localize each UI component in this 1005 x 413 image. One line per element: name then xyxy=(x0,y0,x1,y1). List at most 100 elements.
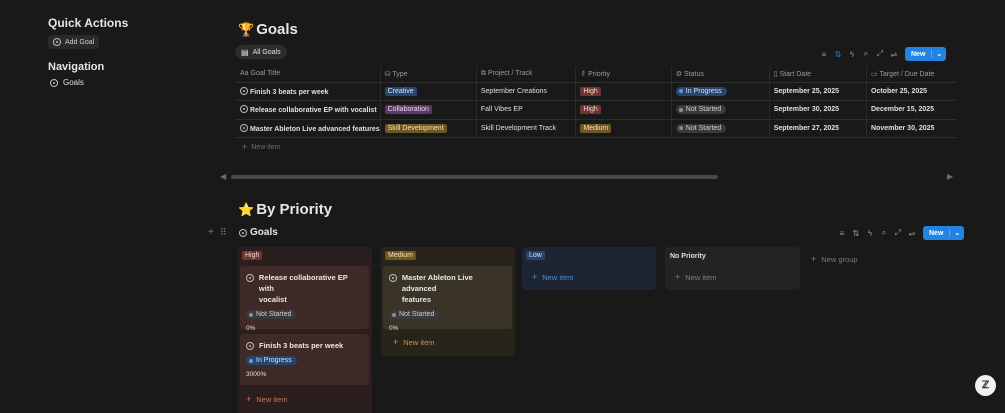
table-row[interactable]: Master Ableton Live advanced features Sk… xyxy=(236,119,956,138)
status-label: Not Started xyxy=(256,311,292,318)
scroll-left-icon[interactable]: ◀ xyxy=(220,172,226,181)
add-goal-button[interactable]: Add Goal xyxy=(48,35,100,49)
priority-tag: High xyxy=(580,86,601,96)
cell-status[interactable]: Not Started xyxy=(670,119,770,138)
plus-icon: + xyxy=(242,142,248,152)
chevron-down-icon[interactable]: ⌄ xyxy=(931,50,946,58)
new-item-label: New item xyxy=(542,272,574,282)
drag-handle-icon[interactable]: ⠿ xyxy=(220,227,227,238)
table-row[interactable]: Finish 3 beats per week Creative Septemb… xyxy=(236,82,956,101)
settings-icon[interactable]: ⇌ xyxy=(888,50,900,59)
col-type[interactable]: ⛁ Type xyxy=(379,66,477,83)
status-badge: In Progress xyxy=(675,86,727,96)
cell-project[interactable]: Skill Development Track xyxy=(475,119,576,138)
expand-icon[interactable]: ⤢ xyxy=(892,228,904,238)
cell-due[interactable]: November 30, 2025 xyxy=(866,119,956,138)
notion-ai-icon: ℤ xyxy=(981,380,990,391)
status-label: Not Started xyxy=(399,311,435,318)
goals-title: Goals xyxy=(256,21,298,38)
board-card[interactable]: Finish 3 beats per week In Progress 3000… xyxy=(240,334,369,385)
cell-due[interactable]: December 15, 2025 xyxy=(866,100,956,120)
sort-icon[interactable]: ⇅ xyxy=(850,229,862,238)
col-label: Start Date xyxy=(779,70,812,78)
relation-icon: ⧉ xyxy=(480,69,486,77)
column-new-item-button[interactable]: + New item xyxy=(532,272,574,282)
board-column-medium: Medium Master Ableton Live advanced featu… xyxy=(381,247,515,356)
board-new-button[interactable]: New ⌄ xyxy=(923,226,965,240)
card-title-line: Release collaborative EP with xyxy=(258,273,348,293)
status-label: Not Started xyxy=(685,124,722,132)
tab-all-goals[interactable]: ▤ All Goals xyxy=(235,45,287,59)
col-start-date[interactable]: ▯ Start Date xyxy=(768,66,867,83)
add-block-icon[interactable]: + xyxy=(208,227,214,238)
chevron-down-icon[interactable]: ⌄ xyxy=(949,229,964,237)
cell-project[interactable]: Fall Vibes EP xyxy=(475,100,576,120)
board-card[interactable]: Release collaborative EP with vocalist No… xyxy=(240,266,369,332)
cell-priority[interactable]: High xyxy=(575,100,672,120)
calendar-icon: ▭ xyxy=(871,70,878,78)
progress-value: 3000% xyxy=(246,371,267,378)
cell-title[interactable]: Finish 3 beats per week xyxy=(236,82,381,101)
cell-priority[interactable]: High xyxy=(575,82,672,101)
sort-icon[interactable]: ⇅ xyxy=(832,50,844,59)
automation-icon[interactable]: ϟ xyxy=(846,50,858,59)
priority-tag: High xyxy=(580,105,601,115)
status-label: In Progress xyxy=(256,357,292,364)
table-icon: ▤ xyxy=(241,47,249,57)
cell-due[interactable]: October 25, 2025 xyxy=(866,82,956,101)
col-due-date[interactable]: ▭ Target / Due Date xyxy=(866,66,956,83)
cell-type[interactable]: Collaboration xyxy=(379,100,477,120)
new-button[interactable]: New ⌄ xyxy=(905,47,947,61)
expand-icon[interactable]: ⤢ xyxy=(874,49,886,59)
status-badge: Not Started xyxy=(675,123,727,133)
plus-icon: + xyxy=(811,254,817,264)
help-button[interactable]: ℤ xyxy=(975,375,996,396)
cell-title[interactable]: Master Ableton Live advanced features xyxy=(236,119,381,138)
column-header-medium: Medium xyxy=(385,251,416,260)
col-priority[interactable]: ⇑ Priority xyxy=(575,66,672,83)
cell-type[interactable]: Skill Development xyxy=(379,119,477,138)
target-icon xyxy=(53,38,61,46)
select-icon: ⛁ xyxy=(384,70,391,78)
by-priority-heading: ⭐ By Priority xyxy=(238,201,332,218)
scroll-right-icon[interactable]: ▶ xyxy=(947,172,953,181)
search-icon[interactable]: ⌕ xyxy=(860,49,872,59)
search-icon[interactable]: ⌕ xyxy=(878,228,890,238)
new-group-button[interactable]: + New group xyxy=(811,254,858,264)
plus-icon: + xyxy=(393,337,399,347)
col-status[interactable]: ⚙ Status xyxy=(670,66,770,83)
cell-status[interactable]: In Progress xyxy=(670,82,770,101)
cell-type[interactable]: Creative xyxy=(379,82,477,101)
column-header-no-priority: No Priority xyxy=(670,253,706,260)
filter-icon[interactable]: ≡ xyxy=(836,229,848,238)
cell-priority[interactable]: Medium xyxy=(575,119,672,138)
quick-actions-title: Quick Actions xyxy=(48,16,129,30)
card-title-text: Finish 3 beats per week xyxy=(259,341,344,350)
board-card[interactable]: Master Ableton Live advanced features Not… xyxy=(383,266,512,332)
cell-start[interactable]: September 25, 2025 xyxy=(768,82,867,101)
cell-start[interactable]: September 27, 2025 xyxy=(768,119,867,138)
settings-icon[interactable]: ⇌ xyxy=(906,229,918,238)
table-row[interactable]: Release collaborative EP with vocalist C… xyxy=(236,100,956,120)
page-title: 🏆 Goals xyxy=(238,21,298,38)
col-goal-title[interactable]: Aa Goal Title xyxy=(236,66,381,83)
status-badge: Not Started xyxy=(246,310,297,319)
col-project[interactable]: ⧉ Project / Track xyxy=(475,66,576,83)
automation-icon[interactable]: ϟ xyxy=(864,229,876,238)
table-new-item-button[interactable]: + New item xyxy=(242,142,280,152)
cell-start[interactable]: September 30, 2025 xyxy=(768,100,867,120)
horizontal-scrollbar[interactable] xyxy=(231,175,718,179)
column-new-item-button[interactable]: + New item xyxy=(675,272,717,282)
new-item-label: New item xyxy=(256,394,288,404)
filter-icon[interactable]: ≡ xyxy=(818,50,830,59)
column-new-item-button[interactable]: + New item xyxy=(393,337,435,347)
card-title: Finish 3 beats per week xyxy=(246,340,363,351)
nav-item-goals[interactable]: Goals xyxy=(50,78,84,87)
cell-status[interactable]: Not Started xyxy=(670,100,770,120)
col-label: Target / Due Date xyxy=(879,70,935,78)
cell-title[interactable]: Release collaborative EP with vocalist xyxy=(236,100,381,120)
cell-project[interactable]: September Creations xyxy=(475,82,576,101)
column-header-low: Low xyxy=(526,251,545,260)
col-label: Goal Title xyxy=(250,70,281,78)
column-new-item-button[interactable]: + New item xyxy=(246,394,288,404)
